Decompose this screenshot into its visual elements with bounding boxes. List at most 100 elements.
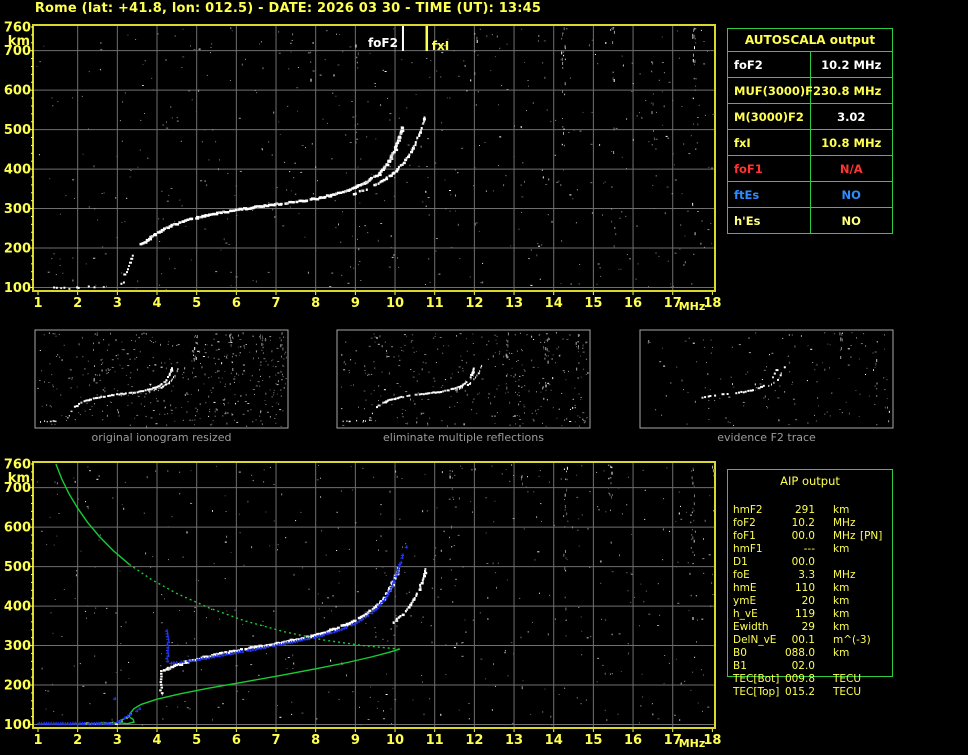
aip-parameter-value: 110 bbox=[794, 582, 815, 594]
x-tick-label: 8 bbox=[311, 733, 320, 748]
x-tick-label: 15 bbox=[584, 733, 602, 748]
y-tick-label: 300 bbox=[4, 202, 31, 217]
x-tick-label: 7 bbox=[271, 733, 280, 748]
autoscala-row: MUF(3000)F2 30.8 MHz bbox=[727, 77, 893, 104]
aip-parameter-value: 291 bbox=[794, 504, 815, 516]
aip-parameter-label: D1 bbox=[733, 556, 748, 568]
y-tick-label: 100 bbox=[4, 718, 31, 733]
panel-caption-original: original ionogram resized bbox=[91, 431, 232, 444]
aip-parameter-label: hmF2 bbox=[733, 504, 763, 516]
x-tick-label: 7 bbox=[271, 296, 280, 311]
aip-parameter-value: 20 bbox=[801, 595, 815, 607]
aip-parameter-value: 088.0 bbox=[784, 647, 815, 659]
x-tick-label: 3 bbox=[113, 733, 122, 748]
aip-parameter-value: 015.2 bbox=[784, 686, 815, 698]
e-tail-trace bbox=[123, 254, 134, 276]
aip-parameter-value: 00.1 bbox=[791, 634, 815, 646]
y-tick-label: 100 bbox=[4, 281, 31, 296]
y-tick-label: 400 bbox=[4, 163, 31, 178]
x-tick-label: 13 bbox=[505, 296, 523, 311]
x-tick-label: 3 bbox=[113, 296, 122, 311]
x-tick-label: 9 bbox=[351, 296, 360, 311]
processing-panel-0 bbox=[34, 329, 289, 429]
aip-parameter-flag: [PN] bbox=[860, 530, 883, 542]
aip-parameter-unit: MHz bbox=[833, 569, 856, 581]
aip-table-title: AIP output bbox=[780, 474, 840, 488]
aip-parameter-unit: km bbox=[833, 595, 850, 607]
autoscala-row: h'Es NO bbox=[727, 207, 893, 234]
aip-row: B0 088.0 km bbox=[727, 647, 893, 660]
aip-parameter-value: 29 bbox=[801, 621, 815, 633]
aip-parameter-unit: km bbox=[833, 647, 850, 659]
panel-caption-reflections: eliminate multiple reflections bbox=[383, 431, 544, 444]
autoscala-window: Rome (lat: +41.8, lon: 012.5) - DATE: 20… bbox=[0, 0, 968, 755]
autoscala-row: foF2 10.2 MHz bbox=[727, 51, 893, 78]
aip-parameter-unit: km bbox=[833, 621, 850, 633]
autoscala-parameter-label: M(3000)F2 bbox=[727, 103, 811, 130]
x-tick-label: 12 bbox=[465, 296, 483, 311]
autoscala-parameter-value: 10.2 MHz bbox=[809, 51, 893, 78]
profile-ionogram-plot: 760700600500400300200100km1 2 3 4 5 6 7 8 9 10 11 1… bbox=[4, 458, 722, 751]
y-axis-unit: km bbox=[8, 34, 30, 49]
x-axis-unit: MHz bbox=[679, 300, 706, 313]
top-axes: 760700600500400300200100km1 2 3 4 5 6 7 8 9 10 11 1… bbox=[4, 21, 722, 314]
y-tick-label: 300 bbox=[4, 639, 31, 654]
autoscala-output-table: AUTOSCALA output foF2 10.2 MHz MUF(3000)F2… bbox=[727, 28, 893, 234]
foF2-marker-label: foF2 bbox=[368, 36, 398, 50]
aip-row: foF2 10.2 MHz bbox=[727, 517, 893, 530]
aip-parameter-value: 119 bbox=[794, 608, 815, 620]
recorded-ionogram-plot: 760700600500400300200100km1 2 3 4 5 6 7 8 9 10 11 1… bbox=[4, 21, 722, 314]
autoscala-row: fxI 10.8 MHz bbox=[727, 129, 893, 156]
x-tick-label: 11 bbox=[426, 296, 444, 311]
autoscala-parameter-value: 3.02 bbox=[809, 103, 893, 130]
aip-parameter-value: 009.8 bbox=[784, 673, 815, 685]
x-tick-label: 8 bbox=[311, 296, 320, 311]
x-tick-label: 4 bbox=[152, 733, 161, 748]
y-tick-label: 600 bbox=[4, 84, 31, 99]
autoscala-parameter-label: MUF(3000)F2 bbox=[727, 77, 821, 104]
aip-parameter-label: Ewidth bbox=[733, 621, 769, 633]
gridlines bbox=[34, 26, 714, 290]
y-axis-labels: 760700600500400300200100km bbox=[4, 458, 31, 734]
x-tick-label: 16 bbox=[624, 296, 642, 311]
aip-parameter-unit: TECU bbox=[833, 686, 862, 698]
autoscala-row: M(3000)F2 3.02 bbox=[727, 103, 893, 130]
autoscala-row: ftEs NO bbox=[727, 181, 893, 208]
x-tick-label: 15 bbox=[584, 296, 602, 311]
x-tick-label: 5 bbox=[192, 296, 201, 311]
autoscala-parameter-value: NO bbox=[809, 181, 893, 208]
aip-parameter-label: foF1 bbox=[733, 530, 756, 542]
y-axis-unit: km bbox=[8, 471, 30, 486]
aip-row: foF1 00.0 MHz [PN] bbox=[727, 530, 893, 543]
panel-border bbox=[34, 329, 289, 429]
processing-panels bbox=[34, 329, 894, 429]
aip-parameter-unit: TECU bbox=[833, 673, 862, 685]
aip-row: DelN_vE 00.1 m^(-3) bbox=[727, 634, 893, 647]
x-tick-label: 1 bbox=[33, 733, 42, 748]
x-tick-label: 6 bbox=[232, 296, 241, 311]
y-tick-label: 500 bbox=[4, 560, 31, 575]
fxI-marker-label: fxI bbox=[432, 39, 449, 53]
x-tick-label: 18 bbox=[703, 733, 721, 748]
frequency-markers: foF2 fxI bbox=[368, 26, 449, 53]
aip-output-table: AIP output hmF2 291 km foF2 10.2 MHz foF1 00.0 M… bbox=[727, 469, 893, 701]
aip-row: B1 02.0 bbox=[727, 660, 893, 673]
x-tick-label: 6 bbox=[232, 733, 241, 748]
autoscala-parameter-label: foF1 bbox=[727, 155, 811, 182]
y-tick-label: 200 bbox=[4, 242, 31, 257]
autoscala-parameter-value: N/A bbox=[809, 155, 893, 182]
y-tick-label: 500 bbox=[4, 123, 31, 138]
x-tick-label: 13 bbox=[505, 733, 523, 748]
processing-panel-1 bbox=[336, 329, 591, 429]
autoscala-parameter-value: NO bbox=[809, 207, 893, 234]
x-tick-label: 2 bbox=[73, 296, 82, 311]
y-tick-label: 600 bbox=[4, 521, 31, 536]
aip-parameter-label: B0 bbox=[733, 647, 747, 659]
aip-parameter-unit: km bbox=[833, 504, 850, 516]
panel-border bbox=[639, 329, 894, 429]
autoscala-row: foF1 N/A bbox=[727, 155, 893, 182]
autoscala-parameter-label: h'Es bbox=[727, 207, 811, 234]
x-tick-label: 18 bbox=[703, 296, 721, 311]
aip-row: hmF1 --- km bbox=[727, 543, 893, 556]
aip-parameter-value: 00.0 bbox=[791, 556, 815, 568]
